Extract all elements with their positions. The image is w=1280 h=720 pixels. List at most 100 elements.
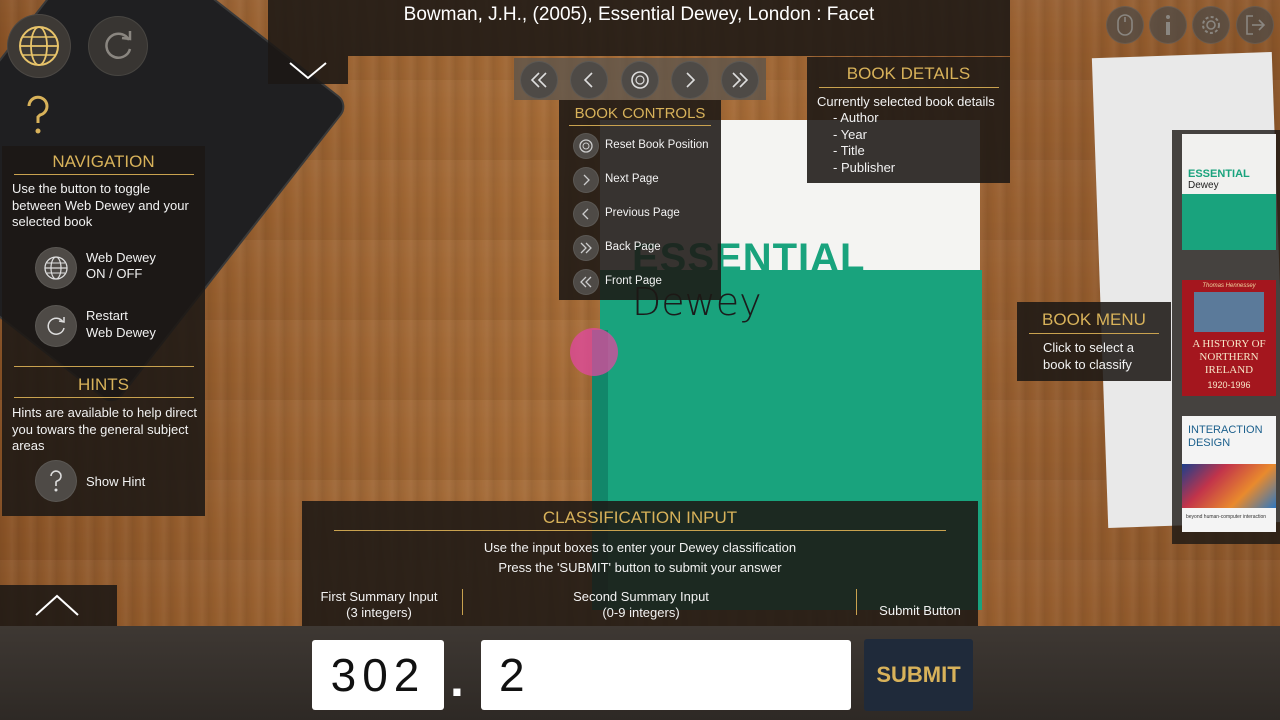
navigation-title: NAVIGATION [52, 152, 155, 171]
back-page-button[interactable] [721, 61, 759, 99]
book-details-year: - Year [833, 127, 867, 142]
question-icon [50, 470, 62, 492]
globe-icon [44, 256, 68, 280]
book-details-title-field: - Title [833, 143, 865, 158]
hints-divider [14, 397, 194, 398]
book-details-publisher: - Publisher [833, 160, 896, 175]
submit-button[interactable]: SUBMIT [864, 639, 973, 711]
mouse-icon [1117, 14, 1133, 36]
first-summary-input[interactable]: 302 [312, 640, 444, 710]
hints-top-divider [14, 366, 194, 367]
double-chevron-left-icon [530, 72, 547, 88]
back-page-label: Back Page [605, 241, 661, 253]
restart-label-line2: Web Dewey [86, 325, 156, 340]
citation-bar: Bowman, J.H., (2005), Essential Dewey, L… [268, 0, 1010, 56]
exit-icon [1246, 15, 1266, 35]
book-details-title: BOOK DETAILS [846, 64, 971, 83]
classification-divider [334, 530, 946, 531]
book-thumb-author: Thomas Hennessey [1202, 283, 1256, 289]
book-thumb-title: INTERACTION DESIGN [1188, 424, 1263, 449]
pointer-cursor [570, 328, 618, 376]
chevron-left-icon[interactable] [573, 201, 599, 227]
chevron-left-icon [583, 72, 593, 88]
restart-icon [47, 317, 65, 335]
book-controls-panel: BOOK CONTROLS Reset Book Position Next P… [559, 100, 721, 300]
restart-web-dewey-top-button[interactable] [88, 16, 148, 76]
citation-toggle-button[interactable] [268, 56, 348, 84]
web-dewey-button[interactable] [35, 247, 77, 289]
next-page-label: Next Page [605, 173, 659, 185]
book-thumb-essential-dewey[interactable]: ESSENTIAL Dewey [1182, 134, 1276, 250]
globe-icon [19, 26, 59, 66]
reset-icon [631, 71, 649, 89]
double-chevron-left-icon[interactable] [573, 269, 599, 295]
classification-panel: CLASSIFICATION INPUT Use the input boxes… [302, 501, 978, 626]
classification-title: CLASSIFICATION INPUT [542, 508, 738, 527]
second-summary-label-line2: (0-9 integers) [602, 605, 680, 620]
book-menu-divider [1029, 333, 1159, 334]
book-nav-bar [514, 58, 766, 100]
web-dewey-toggle-button[interactable] [7, 14, 71, 78]
book-menu-line1: Click to select a [1043, 340, 1135, 355]
front-page-label: Front Page [605, 275, 662, 287]
second-summary-input[interactable]: 2 [481, 640, 851, 710]
exit-button[interactable] [1236, 6, 1274, 44]
next-page-button[interactable] [671, 61, 709, 99]
navigation-panel: NAVIGATION Use the button to toggle betw… [2, 146, 205, 366]
chevron-up-icon [35, 594, 79, 616]
book-thumb-title: ESSENTIAL [1188, 168, 1250, 180]
first-summary-label-line2: (3 integers) [346, 605, 412, 620]
help-icon [27, 95, 49, 134]
front-page-button[interactable] [520, 61, 558, 99]
info-button[interactable] [1149, 6, 1187, 44]
label-separator-2 [856, 589, 857, 615]
double-chevron-right-icon [732, 72, 749, 88]
book-thumb-green [1182, 194, 1276, 250]
hints-description: Hints are available to help direct you t… [12, 405, 197, 453]
book-thumb-subtitle: 1920-1996 [1207, 380, 1251, 390]
reset-icon[interactable] [573, 133, 599, 159]
web-dewey-label-line2: ON / OFF [86, 266, 143, 281]
submit-button-label: Submit Button [879, 603, 961, 618]
book-controls-divider [569, 125, 711, 126]
book-menu-title: BOOK MENU [1042, 310, 1146, 329]
classification-line1: Use the input boxes to enter your Dewey … [483, 540, 797, 555]
navigation-description: Use the button to toggle between Web Dew… [12, 181, 189, 229]
input-bar: 302 . 2 SUBMIT [0, 626, 1280, 720]
restart-label-line1: Restart [86, 308, 128, 323]
restart-web-dewey-button[interactable] [35, 305, 77, 347]
reset-book-position-label: Reset Book Position [605, 139, 709, 151]
book-thumb-art [1182, 464, 1276, 508]
first-summary-label-line1: First Summary Input [320, 589, 438, 604]
mouse-button[interactable] [1106, 6, 1144, 44]
gear-icon [1202, 16, 1220, 34]
chevron-down-icon [289, 62, 327, 80]
second-summary-label-line1: Second Summary Input [573, 589, 709, 604]
reset-book-button[interactable] [621, 61, 659, 99]
help-button[interactable] [18, 92, 58, 138]
show-hint-button[interactable] [35, 460, 77, 502]
chevron-right-icon[interactable] [573, 167, 599, 193]
book-menu-panel: BOOK MENU Click to select a book to clas… [1017, 302, 1171, 381]
previous-page-button[interactable] [570, 61, 608, 99]
book-thumb-history-northern-ireland[interactable]: Thomas Hennessey A HISTORY OF NORTHERN I… [1182, 280, 1276, 396]
hints-title: HINTS [78, 375, 129, 394]
classification-line2: Press the 'SUBMIT' button to submit your… [498, 560, 782, 575]
show-hint-label: Show Hint [86, 474, 146, 489]
book-thumb-interaction-design[interactable]: INTERACTION DESIGN beyond human-computer… [1182, 416, 1276, 532]
info-icon [1166, 15, 1170, 35]
book-controls-title: BOOK CONTROLS [574, 105, 706, 122]
book-details-panel: BOOK DETAILS Currently selected book det… [807, 57, 1010, 183]
citation-text: Bowman, J.H., (2005), Essential Dewey, L… [403, 4, 875, 25]
bottom-toggle-button[interactable] [0, 585, 117, 626]
chevron-right-icon [686, 72, 696, 88]
settings-button[interactable] [1192, 6, 1230, 44]
book-menu-line2: book to classify [1043, 357, 1132, 372]
book-thumb-subtitle: Dewey [1188, 180, 1219, 191]
web-dewey-label-line1: Web Dewey [86, 250, 156, 265]
previous-page-label: Previous Page [605, 207, 680, 219]
decimal-separator: . [450, 651, 464, 707]
book-thumb-subtitle: beyond human-computer interaction [1186, 514, 1267, 520]
double-chevron-right-icon[interactable] [573, 235, 599, 261]
hints-panel: HINTS Hints are available to help direct… [2, 366, 205, 516]
